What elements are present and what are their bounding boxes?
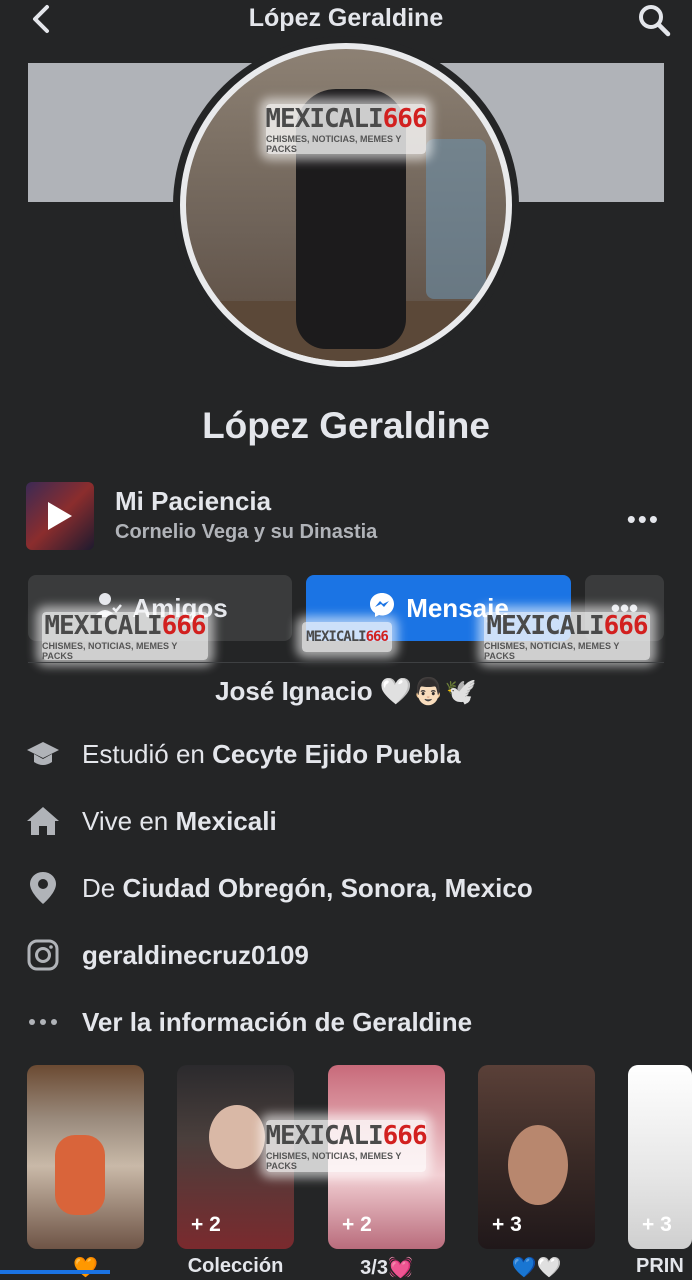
instagram-icon [26,938,60,972]
profile-bio: José Ignacio 🤍👨🏻🕊️ [215,676,477,706]
info-see-more[interactable]: Ver la información de Geraldine [26,1002,666,1042]
highlight-count: + 3 [642,1213,672,1236]
graduation-cap-icon [26,737,60,771]
location-pin-icon [26,871,60,905]
highlight-photo-face [508,1125,568,1205]
more-dots-icon [26,1005,60,1039]
highlight-count: + 2 [191,1213,221,1236]
album-art[interactable] [26,482,94,550]
profile-music[interactable]: Mi Paciencia Cornelio Vega y su Dinastia… [26,482,666,550]
watermark-logo: MEXICALI666 CHISMES, NOTICIAS, MEMES Y P… [265,1120,428,1172]
highlight-card[interactable]: + 3 [478,1065,595,1249]
music-more-button[interactable]: ••• [627,504,660,535]
featured-highlights: 🧡 + 2 Colección + 2 3/3💓 + 3 💙🤍 + 3 PRIN [27,1065,692,1280]
highlight-label: 💙🤍 [511,1257,562,1279]
watermark-logo: MEXICALI666 CHISMES, NOTICIAS, MEMES Y P… [42,611,208,661]
highlight-count: + 3 [492,1213,522,1236]
search-icon [639,5,671,37]
highlight-label: Colección [187,1255,284,1277]
watermark-logo: MEXICALI666 [302,622,392,652]
profile-name: López Geraldine [202,405,490,446]
see-more-label: Ver la información de Geraldine [82,1006,473,1037]
page-title: López Geraldine [248,4,444,32]
watermark-logo: MEXICALI666 CHISMES, NOTICIAS, MEMES Y P… [484,611,650,661]
education-prefix: Estudió en [82,738,205,769]
play-icon [48,502,72,530]
from-place[interactable]: Ciudad Obregón, Sonora, Mexico [122,873,532,903]
lives-place[interactable]: Mexicali [176,806,277,836]
info-education[interactable]: Estudió en Cecyte Ejido Puebla [26,734,666,774]
profile-picture[interactable] [180,43,512,367]
highlight-label: 3/3💓 [360,1257,413,1279]
song-title: Mi Paciencia [115,486,272,516]
info-instagram[interactable]: geraldinecruz0109 [26,935,666,975]
highlight-card[interactable]: + 3 [628,1065,692,1249]
song-artist: Cornelio Vega y su Dinastia [115,521,378,543]
highlight-count: + 2 [342,1213,372,1236]
photo-water-jug [426,139,486,299]
watermark-logo: MEXICALI666 CHISMES, NOTICIAS, MEMES Y P… [265,104,428,154]
highlight-card[interactable] [27,1065,144,1249]
divider [28,662,664,663]
highlight-label: PRIN [636,1255,684,1277]
info-lives[interactable]: Vive en Mexicali [26,801,666,841]
from-prefix: De [82,872,116,903]
highlight-photo-person [55,1135,105,1215]
highlight-label: 🧡 [73,1257,98,1279]
scroll-indicator [0,1270,110,1274]
info-from[interactable]: De Ciudad Obregón, Sonora, Mexico [26,868,666,908]
lives-prefix: Vive en [82,805,169,836]
search-button[interactable] [636,2,672,38]
messenger-icon [368,591,396,626]
instagram-handle[interactable]: geraldinecruz0109 [82,940,309,971]
home-icon [26,804,60,838]
education-place[interactable]: Cecyte Ejido Puebla [212,739,461,769]
highlight-photo-face [209,1105,265,1169]
